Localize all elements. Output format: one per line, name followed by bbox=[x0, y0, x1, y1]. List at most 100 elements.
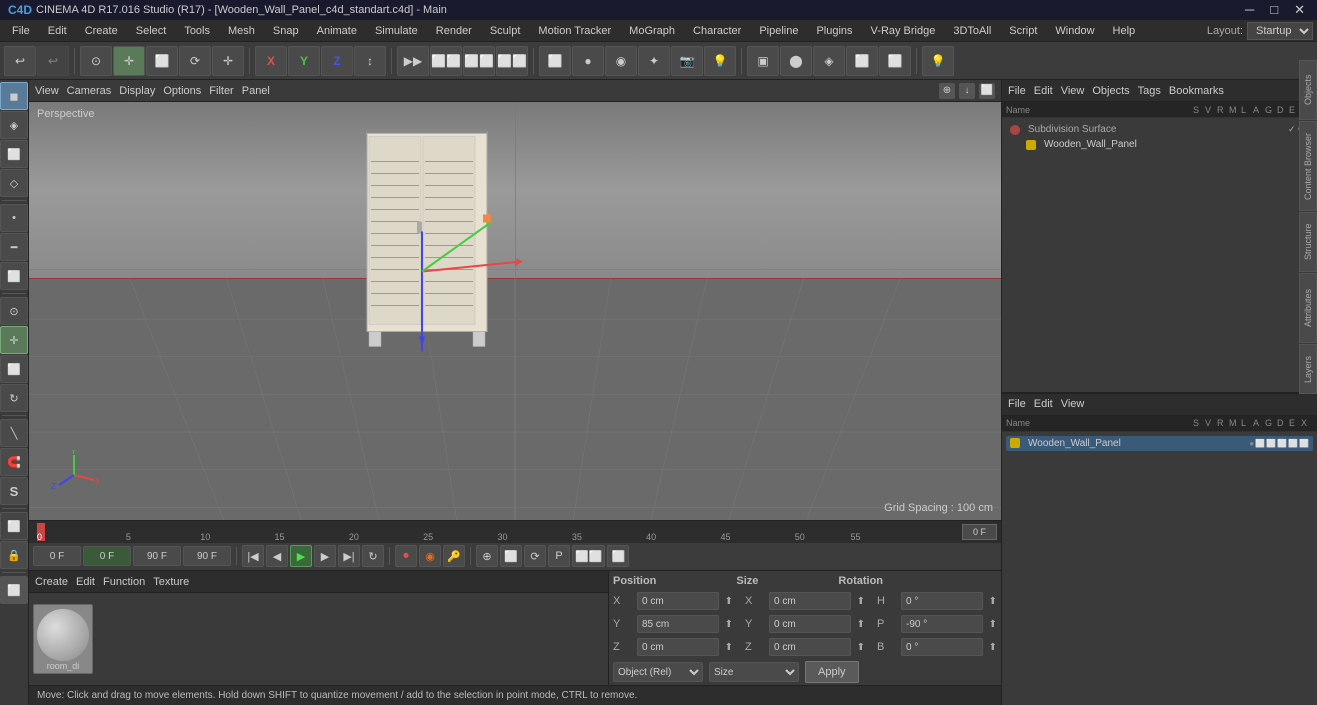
x-axis-btn[interactable]: X bbox=[255, 46, 287, 76]
obj-menu-view[interactable]: View bbox=[1061, 85, 1085, 97]
render-frame-btn[interactable]: ▶▶ bbox=[397, 46, 429, 76]
mat-menu-texture[interactable]: Texture bbox=[153, 576, 189, 588]
vp-menu-options[interactable]: Options bbox=[163, 85, 201, 97]
motion-mode-2[interactable]: ⬜ bbox=[500, 545, 522, 567]
motion-mode-1[interactable]: ⊕ bbox=[476, 545, 498, 567]
menu-sculpt[interactable]: Sculpt bbox=[482, 23, 529, 39]
pos-z-arrow[interactable]: ⬆ bbox=[725, 642, 733, 653]
size-y-arrow[interactable]: ⬆ bbox=[857, 619, 865, 630]
picture-viewer-btn[interactable]: ⬜⬜ bbox=[496, 46, 528, 76]
menu-create[interactable]: Create bbox=[77, 23, 126, 39]
menu-help[interactable]: Help bbox=[1105, 23, 1144, 39]
model-mode-btn[interactable]: ◼ bbox=[0, 82, 28, 110]
keyframe-btn[interactable]: ◉ bbox=[419, 545, 441, 567]
attr-menu-view[interactable]: View bbox=[1061, 398, 1085, 410]
obj-menu-objects[interactable]: Objects bbox=[1092, 85, 1129, 97]
magnet-btn[interactable]: 🧲 bbox=[0, 448, 28, 476]
viewport-3d[interactable]: Perspective Grid Spacing : 100 cm X Y Z bbox=[29, 102, 1001, 520]
vp-ctrl-1[interactable]: ⊕ bbox=[939, 83, 955, 99]
attr-menu-file[interactable]: File bbox=[1008, 398, 1026, 410]
size-z-input[interactable] bbox=[769, 638, 851, 656]
play-btn[interactable]: ▶ bbox=[290, 545, 312, 567]
mat-menu-function[interactable]: Function bbox=[103, 576, 145, 588]
attr-panel-item[interactable]: Wooden_Wall_Panel ● ⬜ ⬜ ⬜ ⬜ ⬜ bbox=[1006, 436, 1313, 451]
select-tool[interactable]: ⊙ bbox=[80, 46, 112, 76]
points-mode-btn[interactable]: • bbox=[0, 204, 28, 232]
pos-y-input[interactable] bbox=[637, 615, 719, 633]
pos-x-arrow[interactable]: ⬆ bbox=[725, 596, 733, 607]
sphere-btn[interactable]: ● bbox=[572, 46, 604, 76]
size-y-input[interactable] bbox=[769, 615, 851, 633]
menu-render[interactable]: Render bbox=[428, 23, 480, 39]
size-x-arrow[interactable]: ⬆ bbox=[857, 596, 865, 607]
all-axis-btn[interactable]: ↕ bbox=[354, 46, 386, 76]
vp-menu-panel[interactable]: Panel bbox=[242, 85, 270, 97]
tab-structure[interactable]: Structure bbox=[1299, 212, 1317, 272]
rot-h-arrow[interactable]: ⬆ bbox=[989, 596, 997, 607]
menu-mesh[interactable]: Mesh bbox=[220, 23, 263, 39]
y-axis-btn[interactable]: Y bbox=[288, 46, 320, 76]
vp-menu-filter[interactable]: Filter bbox=[209, 85, 233, 97]
rot-p-arrow[interactable]: ⬆ bbox=[989, 619, 997, 630]
vp-menu-view[interactable]: View bbox=[35, 85, 59, 97]
goto-end-btn[interactable]: ▶| bbox=[338, 545, 360, 567]
mat-menu-create[interactable]: Create bbox=[35, 576, 68, 588]
vp-ctrl-2[interactable]: ↓ bbox=[959, 83, 975, 99]
menu-3dtoall[interactable]: 3DToAll bbox=[945, 23, 999, 39]
rot-b-input[interactable] bbox=[901, 638, 983, 656]
size-z-arrow[interactable]: ⬆ bbox=[857, 642, 865, 653]
vp-ctrl-3[interactable]: ⬜ bbox=[979, 83, 995, 99]
tab-attributes[interactable]: Attributes bbox=[1299, 273, 1317, 343]
light-btn[interactable]: 💡 bbox=[704, 46, 736, 76]
vp-menu-display[interactable]: Display bbox=[119, 85, 155, 97]
menu-file[interactable]: File bbox=[4, 23, 38, 39]
rot-p-input[interactable] bbox=[901, 615, 983, 633]
frame-start-input[interactable] bbox=[33, 546, 81, 566]
s-btn[interactable]: S bbox=[0, 477, 28, 505]
menu-edit[interactable]: Edit bbox=[40, 23, 75, 39]
viewport-btn-4[interactable]: ⬜ bbox=[846, 46, 878, 76]
viewport-btn-3[interactable]: ◈ bbox=[813, 46, 845, 76]
size-x-input[interactable] bbox=[769, 592, 851, 610]
maximize-button[interactable]: □ bbox=[1266, 2, 1282, 18]
apply-button[interactable]: Apply bbox=[805, 661, 859, 683]
menu-script[interactable]: Script bbox=[1001, 23, 1045, 39]
move-btn[interactable]: ✛ bbox=[0, 326, 28, 354]
size-mode-select[interactable]: Size Scale bbox=[709, 662, 799, 682]
undo-button[interactable]: ↩ bbox=[4, 46, 36, 76]
mat-menu-edit[interactable]: Edit bbox=[76, 576, 95, 588]
menu-animate[interactable]: Animate bbox=[309, 23, 365, 39]
coord-mode-select[interactable]: Object (Rel) World bbox=[613, 662, 703, 682]
frame-total-input[interactable] bbox=[183, 546, 231, 566]
menu-pipeline[interactable]: Pipeline bbox=[751, 23, 806, 39]
menu-character[interactable]: Character bbox=[685, 23, 749, 39]
lock-btn[interactable]: 🔒 bbox=[0, 541, 28, 569]
loop-btn[interactable]: ↻ bbox=[362, 545, 384, 567]
menu-simulate[interactable]: Simulate bbox=[367, 23, 426, 39]
cylinder-btn[interactable]: ◉ bbox=[605, 46, 637, 76]
attr-menu-edit[interactable]: Edit bbox=[1034, 398, 1053, 410]
obj-subdivision-surface[interactable]: Subdivision Surface ✓ 👁 bbox=[1006, 122, 1313, 137]
obj-wooden-wall-panel[interactable]: Wooden_Wall_Panel bbox=[1006, 137, 1313, 152]
floor-btn[interactable]: ⬜ bbox=[0, 512, 28, 540]
rot-h-input[interactable] bbox=[901, 592, 983, 610]
minimize-button[interactable]: ─ bbox=[1241, 2, 1258, 18]
viewport-btn-5[interactable]: ⬜ bbox=[879, 46, 911, 76]
motion-mode-3[interactable]: ⟳ bbox=[524, 545, 546, 567]
motion-mode-6[interactable]: ⬜ bbox=[607, 545, 629, 567]
live-selection-btn[interactable]: ⊙ bbox=[0, 297, 28, 325]
knife-btn[interactable]: ╲ bbox=[0, 419, 28, 447]
tab-content-browser[interactable]: Content Browser bbox=[1299, 121, 1317, 211]
menu-vray-bridge[interactable]: V-Ray Bridge bbox=[863, 23, 944, 39]
motion-mode-4[interactable]: P bbox=[548, 545, 570, 567]
pos-y-arrow[interactable]: ⬆ bbox=[725, 619, 733, 630]
menu-tools[interactable]: Tools bbox=[176, 23, 218, 39]
motion-mode-5[interactable]: ⬜⬜ bbox=[572, 545, 605, 567]
menu-mograph[interactable]: MoGraph bbox=[621, 23, 683, 39]
transform-tool[interactable]: ✛ bbox=[212, 46, 244, 76]
paint-mode-btn[interactable]: ⬜ bbox=[0, 140, 28, 168]
vp-menu-cameras[interactable]: Cameras bbox=[67, 85, 112, 97]
viewport-btn-2[interactable]: ⬤ bbox=[780, 46, 812, 76]
record-btn[interactable]: ⏺ bbox=[395, 545, 417, 567]
obj-menu-edit[interactable]: Edit bbox=[1034, 85, 1053, 97]
